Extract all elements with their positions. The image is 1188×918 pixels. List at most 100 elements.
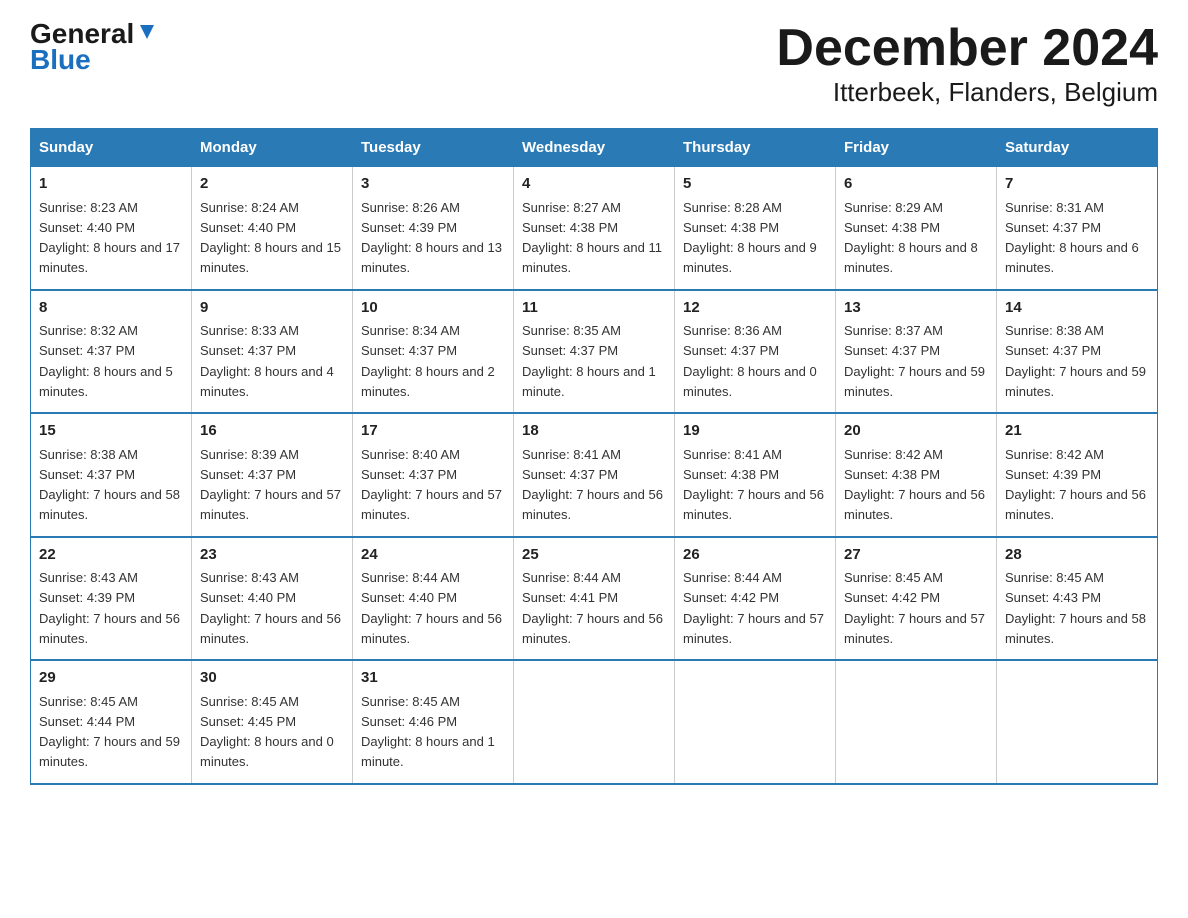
table-row: 27 Sunrise: 8:45 AMSunset: 4:42 PMDaylig… (836, 537, 997, 661)
day-number: 12 (683, 297, 827, 320)
table-row: 16 Sunrise: 8:39 AMSunset: 4:37 PMDaylig… (192, 413, 353, 537)
day-info: Sunrise: 8:33 AMSunset: 4:37 PMDaylight:… (200, 323, 334, 399)
day-number: 10 (361, 297, 505, 320)
day-number: 13 (844, 297, 988, 320)
day-number: 30 (200, 667, 344, 690)
day-info: Sunrise: 8:41 AMSunset: 4:37 PMDaylight:… (522, 447, 663, 523)
logo-blue: Blue (30, 44, 91, 76)
table-row: 29 Sunrise: 8:45 AMSunset: 4:44 PMDaylig… (31, 660, 192, 784)
day-number: 5 (683, 173, 827, 196)
table-row: 30 Sunrise: 8:45 AMSunset: 4:45 PMDaylig… (192, 660, 353, 784)
day-info: Sunrise: 8:45 AMSunset: 4:46 PMDaylight:… (361, 694, 495, 770)
calendar-week-row: 1 Sunrise: 8:23 AMSunset: 4:40 PMDayligh… (31, 167, 1158, 290)
table-row: 17 Sunrise: 8:40 AMSunset: 4:37 PMDaylig… (353, 413, 514, 537)
day-number: 24 (361, 544, 505, 567)
day-number: 11 (522, 297, 666, 320)
table-row: 22 Sunrise: 8:43 AMSunset: 4:39 PMDaylig… (31, 537, 192, 661)
day-number: 9 (200, 297, 344, 320)
table-row: 13 Sunrise: 8:37 AMSunset: 4:37 PMDaylig… (836, 290, 997, 414)
day-number: 18 (522, 420, 666, 443)
day-number: 20 (844, 420, 988, 443)
table-row: 6 Sunrise: 8:29 AMSunset: 4:38 PMDayligh… (836, 167, 997, 290)
day-info: Sunrise: 8:34 AMSunset: 4:37 PMDaylight:… (361, 323, 495, 399)
table-row: 11 Sunrise: 8:35 AMSunset: 4:37 PMDaylig… (514, 290, 675, 414)
day-number: 29 (39, 667, 183, 690)
day-info: Sunrise: 8:29 AMSunset: 4:38 PMDaylight:… (844, 200, 978, 276)
day-number: 15 (39, 420, 183, 443)
table-row: 14 Sunrise: 8:38 AMSunset: 4:37 PMDaylig… (997, 290, 1158, 414)
day-number: 8 (39, 297, 183, 320)
day-info: Sunrise: 8:45 AMSunset: 4:45 PMDaylight:… (200, 694, 334, 770)
day-info: Sunrise: 8:42 AMSunset: 4:39 PMDaylight:… (1005, 447, 1146, 523)
logo-triangle-icon (136, 21, 158, 43)
day-info: Sunrise: 8:42 AMSunset: 4:38 PMDaylight:… (844, 447, 985, 523)
day-info: Sunrise: 8:27 AMSunset: 4:38 PMDaylight:… (522, 200, 662, 276)
day-info: Sunrise: 8:38 AMSunset: 4:37 PMDaylight:… (39, 447, 180, 523)
day-number: 1 (39, 173, 183, 196)
col-friday: Friday (836, 129, 997, 167)
col-saturday: Saturday (997, 129, 1158, 167)
table-row: 8 Sunrise: 8:32 AMSunset: 4:37 PMDayligh… (31, 290, 192, 414)
page-header: General Blue December 2024 Itterbeek, Fl… (30, 20, 1158, 108)
day-info: Sunrise: 8:41 AMSunset: 4:38 PMDaylight:… (683, 447, 824, 523)
table-row: 5 Sunrise: 8:28 AMSunset: 4:38 PMDayligh… (675, 167, 836, 290)
col-thursday: Thursday (675, 129, 836, 167)
day-info: Sunrise: 8:44 AMSunset: 4:41 PMDaylight:… (522, 570, 663, 646)
day-number: 23 (200, 544, 344, 567)
table-row: 7 Sunrise: 8:31 AMSunset: 4:37 PMDayligh… (997, 167, 1158, 290)
day-number: 3 (361, 173, 505, 196)
page-title: December 2024 (776, 20, 1158, 77)
day-info: Sunrise: 8:43 AMSunset: 4:39 PMDaylight:… (39, 570, 180, 646)
day-number: 4 (522, 173, 666, 196)
col-wednesday: Wednesday (514, 129, 675, 167)
table-row: 20 Sunrise: 8:42 AMSunset: 4:38 PMDaylig… (836, 413, 997, 537)
day-info: Sunrise: 8:45 AMSunset: 4:42 PMDaylight:… (844, 570, 985, 646)
day-number: 25 (522, 544, 666, 567)
table-row (514, 660, 675, 784)
day-info: Sunrise: 8:36 AMSunset: 4:37 PMDaylight:… (683, 323, 817, 399)
calendar-header-row: Sunday Monday Tuesday Wednesday Thursday… (31, 129, 1158, 167)
table-row: 18 Sunrise: 8:41 AMSunset: 4:37 PMDaylig… (514, 413, 675, 537)
col-tuesday: Tuesday (353, 129, 514, 167)
day-info: Sunrise: 8:28 AMSunset: 4:38 PMDaylight:… (683, 200, 817, 276)
day-number: 28 (1005, 544, 1149, 567)
day-number: 26 (683, 544, 827, 567)
day-info: Sunrise: 8:26 AMSunset: 4:39 PMDaylight:… (361, 200, 502, 276)
calendar-week-row: 8 Sunrise: 8:32 AMSunset: 4:37 PMDayligh… (31, 290, 1158, 414)
table-row: 26 Sunrise: 8:44 AMSunset: 4:42 PMDaylig… (675, 537, 836, 661)
day-info: Sunrise: 8:45 AMSunset: 4:44 PMDaylight:… (39, 694, 180, 770)
table-row: 10 Sunrise: 8:34 AMSunset: 4:37 PMDaylig… (353, 290, 514, 414)
day-number: 6 (844, 173, 988, 196)
day-number: 14 (1005, 297, 1149, 320)
table-row: 12 Sunrise: 8:36 AMSunset: 4:37 PMDaylig… (675, 290, 836, 414)
day-number: 22 (39, 544, 183, 567)
calendar-week-row: 15 Sunrise: 8:38 AMSunset: 4:37 PMDaylig… (31, 413, 1158, 537)
day-info: Sunrise: 8:39 AMSunset: 4:37 PMDaylight:… (200, 447, 341, 523)
table-row: 4 Sunrise: 8:27 AMSunset: 4:38 PMDayligh… (514, 167, 675, 290)
day-info: Sunrise: 8:31 AMSunset: 4:37 PMDaylight:… (1005, 200, 1139, 276)
logo: General Blue (30, 20, 158, 76)
table-row: 24 Sunrise: 8:44 AMSunset: 4:40 PMDaylig… (353, 537, 514, 661)
table-row: 25 Sunrise: 8:44 AMSunset: 4:41 PMDaylig… (514, 537, 675, 661)
day-info: Sunrise: 8:44 AMSunset: 4:42 PMDaylight:… (683, 570, 824, 646)
day-info: Sunrise: 8:35 AMSunset: 4:37 PMDaylight:… (522, 323, 656, 399)
day-info: Sunrise: 8:44 AMSunset: 4:40 PMDaylight:… (361, 570, 502, 646)
table-row (997, 660, 1158, 784)
day-info: Sunrise: 8:37 AMSunset: 4:37 PMDaylight:… (844, 323, 985, 399)
title-block: December 2024 Itterbeek, Flanders, Belgi… (776, 20, 1158, 108)
table-row: 28 Sunrise: 8:45 AMSunset: 4:43 PMDaylig… (997, 537, 1158, 661)
day-info: Sunrise: 8:43 AMSunset: 4:40 PMDaylight:… (200, 570, 341, 646)
table-row: 31 Sunrise: 8:45 AMSunset: 4:46 PMDaylig… (353, 660, 514, 784)
day-number: 27 (844, 544, 988, 567)
day-number: 2 (200, 173, 344, 196)
col-sunday: Sunday (31, 129, 192, 167)
table-row: 3 Sunrise: 8:26 AMSunset: 4:39 PMDayligh… (353, 167, 514, 290)
day-number: 7 (1005, 173, 1149, 196)
day-number: 21 (1005, 420, 1149, 443)
day-info: Sunrise: 8:38 AMSunset: 4:37 PMDaylight:… (1005, 323, 1146, 399)
table-row (836, 660, 997, 784)
day-info: Sunrise: 8:40 AMSunset: 4:37 PMDaylight:… (361, 447, 502, 523)
calendar-week-row: 29 Sunrise: 8:45 AMSunset: 4:44 PMDaylig… (31, 660, 1158, 784)
day-number: 16 (200, 420, 344, 443)
day-number: 31 (361, 667, 505, 690)
